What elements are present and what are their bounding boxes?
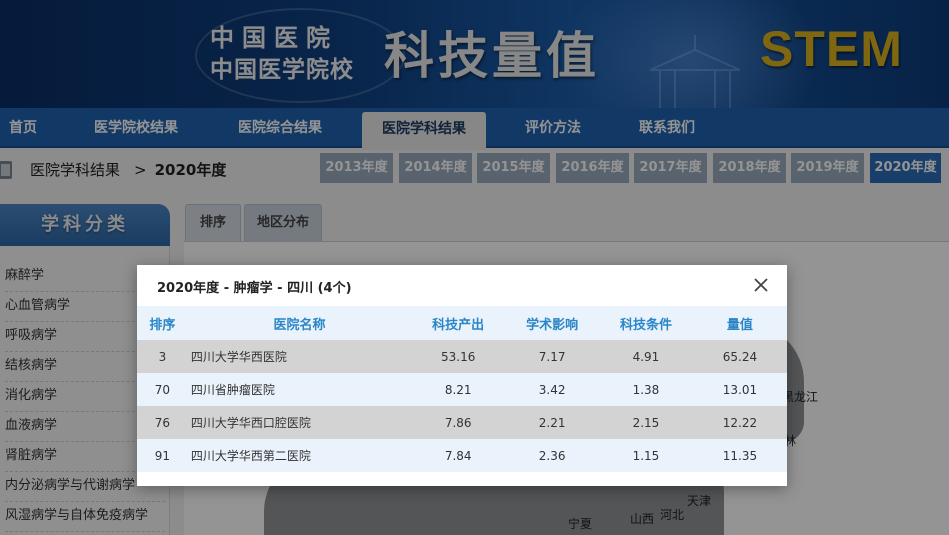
- cell-rank: 70: [137, 373, 188, 406]
- col-header-rank[interactable]: 排序: [137, 306, 188, 340]
- cell-hospital: 四川大学华西医院: [187, 340, 412, 373]
- cell-condition: 2.15: [599, 406, 693, 439]
- dialog-title: 2020年度 - 肿瘤学 - 四川 (4个): [157, 281, 352, 296]
- table-row[interactable]: 91 四川大学华西第二医院 7.84 2.36 1.15 11.35: [137, 439, 787, 472]
- col-header-hospital[interactable]: 医院名称: [187, 306, 412, 340]
- cell-value: 12.22: [692, 406, 787, 439]
- cell-value: 11.35: [692, 439, 787, 472]
- cell-impact: 2.36: [505, 439, 600, 472]
- col-header-output[interactable]: 科技产出: [411, 306, 506, 340]
- cell-impact: 7.17: [505, 340, 600, 373]
- col-header-value[interactable]: 量值: [692, 306, 787, 340]
- cell-rank: 76: [137, 406, 188, 439]
- ranking-dialog: 2020年度 - 肿瘤学 - 四川 (4个) 排序 医院名称 科技产出 学术影响…: [137, 265, 787, 486]
- cell-impact: 3.42: [505, 373, 600, 406]
- cell-output: 7.86: [411, 406, 506, 439]
- col-header-impact[interactable]: 学术影响: [505, 306, 600, 340]
- cell-condition: 1.38: [599, 373, 693, 406]
- cell-hospital: 四川大学华西口腔医院: [187, 406, 412, 439]
- cell-impact: 2.21: [505, 406, 600, 439]
- cell-output: 53.16: [411, 340, 506, 373]
- cell-rank: 3: [137, 340, 188, 373]
- cell-value: 65.24: [692, 340, 787, 373]
- cell-rank: 91: [137, 439, 188, 472]
- table-row[interactable]: 70 四川省肿瘤医院 8.21 3.42 1.38 13.01: [137, 373, 787, 406]
- ranking-table: 排序 医院名称 科技产出 学术影响 科技条件 量值 3 四川大学华西医院 53.…: [137, 306, 787, 472]
- cell-value: 13.01: [692, 373, 787, 406]
- cell-condition: 4.91: [599, 340, 693, 373]
- col-header-condition[interactable]: 科技条件: [599, 306, 693, 340]
- cell-output: 7.84: [411, 439, 506, 472]
- close-icon[interactable]: [751, 275, 771, 295]
- table-row[interactable]: 3 四川大学华西医院 53.16 7.17 4.91 65.24: [137, 340, 787, 373]
- cell-condition: 1.15: [599, 439, 693, 472]
- table-header-row: 排序 医院名称 科技产出 学术影响 科技条件 量值: [137, 306, 787, 340]
- table-row[interactable]: 76 四川大学华西口腔医院 7.86 2.21 2.15 12.22: [137, 406, 787, 439]
- cell-output: 8.21: [411, 373, 506, 406]
- cell-hospital: 四川大学华西第二医院: [187, 439, 412, 472]
- cell-hospital: 四川省肿瘤医院: [187, 373, 412, 406]
